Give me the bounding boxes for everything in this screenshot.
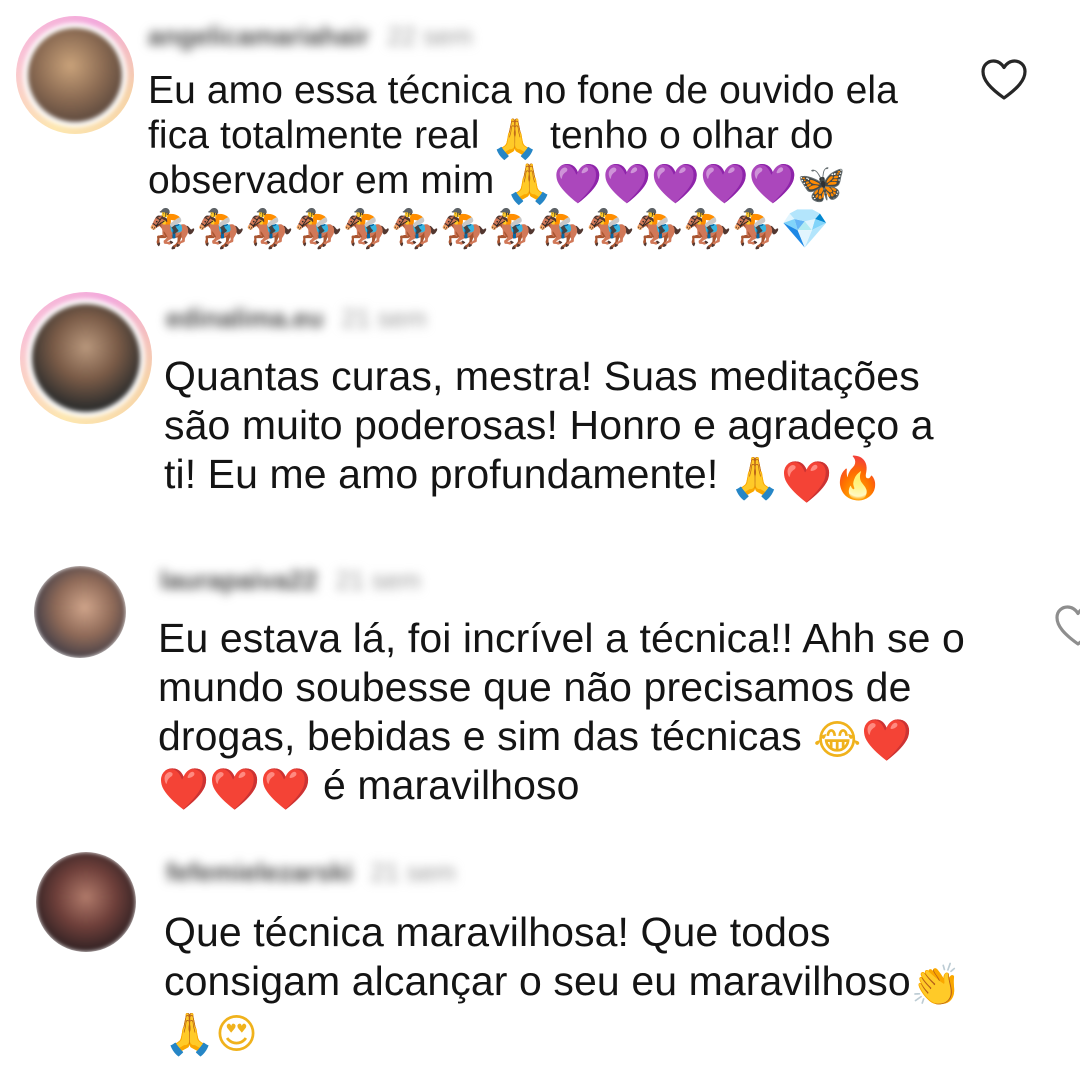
comment-line: mundo soubesse que não precisamos de <box>158 664 912 710</box>
emoji: 💜 <box>602 162 652 207</box>
comment-timestamp: 21 sem <box>335 564 421 595</box>
comment-line: são muito poderosas! Honro e agradeço a <box>164 402 934 448</box>
emoji: 🏇 <box>342 207 392 252</box>
comment-line: 🙏😍 <box>164 1006 962 1058</box>
emoji: 💜 <box>748 162 798 207</box>
emoji: 🙏 <box>505 162 554 207</box>
emoji: 🏇 <box>148 207 197 252</box>
emoji: 🏇 <box>683 207 733 252</box>
emoji: 💜 <box>699 162 749 207</box>
emoji: 🏇 <box>732 207 781 252</box>
emoji: ❤️ <box>209 765 261 813</box>
emoji: 🙏 <box>490 117 540 162</box>
emoji: 🏇 <box>294 207 343 252</box>
comment-line: ti! Eu me amo profundamente! 🙏❤️‍🔥 <box>164 451 884 506</box>
comment-username[interactable]: fefemielezarski <box>166 857 352 888</box>
comments-list: angelicamariahair 22 sem Eu amo essa téc… <box>0 0 1080 1080</box>
emoji: 😂 <box>813 716 862 764</box>
comment-line: Quantas curas, mestra! Suas meditações <box>164 353 920 399</box>
comment-timestamp: 21 sem <box>341 302 427 333</box>
comment-line: fica totalmente real 🙏 tenho o olhar do <box>148 114 834 162</box>
emoji: 🦋 <box>797 162 846 207</box>
emoji: 🏇 <box>537 207 587 252</box>
heart-outline-icon[interactable] <box>1054 604 1080 648</box>
avatar[interactable] <box>20 292 152 424</box>
emoji: 🙏 <box>164 1010 216 1058</box>
comment-text: Que técnica maravilhosa! Que todos consi… <box>164 908 962 1058</box>
emoji: 😍 <box>215 1010 258 1058</box>
emoji: 💜 <box>553 162 603 207</box>
comment-username[interactable]: edinalima.eu <box>166 303 324 334</box>
emoji: 🏇 <box>391 207 441 252</box>
emoji: 💎 <box>780 207 830 252</box>
avatar[interactable] <box>36 852 136 952</box>
comment-line: observador em mim 🙏💜💜💜💜💜🦋 <box>148 159 846 207</box>
emoji: 🙏 <box>729 454 781 502</box>
comment-line: drogas, bebidas e sim das técnicas 😂❤️ <box>158 713 913 764</box>
emoji: 🏇 <box>245 207 295 252</box>
comment-line: ❤️❤️❤️ é maravilhoso <box>158 762 580 813</box>
comment-line: Eu estava lá, foi incrível a técnica!! A… <box>158 615 965 661</box>
comment-timestamp: 21 sem <box>370 856 456 887</box>
emoji: 🏇 <box>440 207 489 252</box>
comment-line: consigam alcançar o seu eu maravilhoso👏 <box>164 958 962 1009</box>
comment-text: Eu amo essa técnica no fone de ouvido el… <box>148 68 898 252</box>
emoji: ❤️ <box>260 765 312 813</box>
comment-meta: laurapaiva22 21 sem <box>160 564 421 596</box>
emoji: 🏇 <box>196 207 246 252</box>
comment-text: Quantas curas, mestra! Suas meditações s… <box>164 352 934 506</box>
comment-meta: angelicamariahair 22 sem <box>148 20 473 52</box>
emoji: 👏 <box>910 961 962 1009</box>
emoji: ❤️‍🔥 <box>780 454 884 506</box>
emoji: ❤️ <box>780 458 833 506</box>
heart-outline-icon[interactable] <box>980 58 1028 102</box>
comment-text: Eu estava lá, foi incrível a técnica!! A… <box>158 614 965 813</box>
comment-timestamp: 22 sem <box>387 20 473 51</box>
comment-meta: edinalima.eu 21 sem <box>166 302 427 334</box>
comment-line: 🏇🏇🏇🏇🏇🏇🏇🏇🏇🏇🏇🏇🏇💎 <box>148 203 898 252</box>
comment-meta: fefemielezarski 21 sem <box>166 856 456 888</box>
avatar[interactable] <box>34 566 126 658</box>
comment-username[interactable]: laurapaiva22 <box>160 565 318 596</box>
emoji: 💜 <box>651 162 700 207</box>
comment-username[interactable]: angelicamariahair <box>148 21 369 52</box>
emoji: 🏇 <box>488 207 538 252</box>
emoji: ❤️ <box>158 765 210 813</box>
comment-line: Que técnica maravilhosa! Que todos <box>164 909 831 955</box>
emoji: 🏇 <box>634 207 684 252</box>
emoji: 🏇 <box>586 207 635 252</box>
comment-line: Eu amo essa técnica no fone de ouvido el… <box>148 69 898 112</box>
emoji: ❤️ <box>861 716 913 764</box>
avatar[interactable] <box>16 16 134 134</box>
